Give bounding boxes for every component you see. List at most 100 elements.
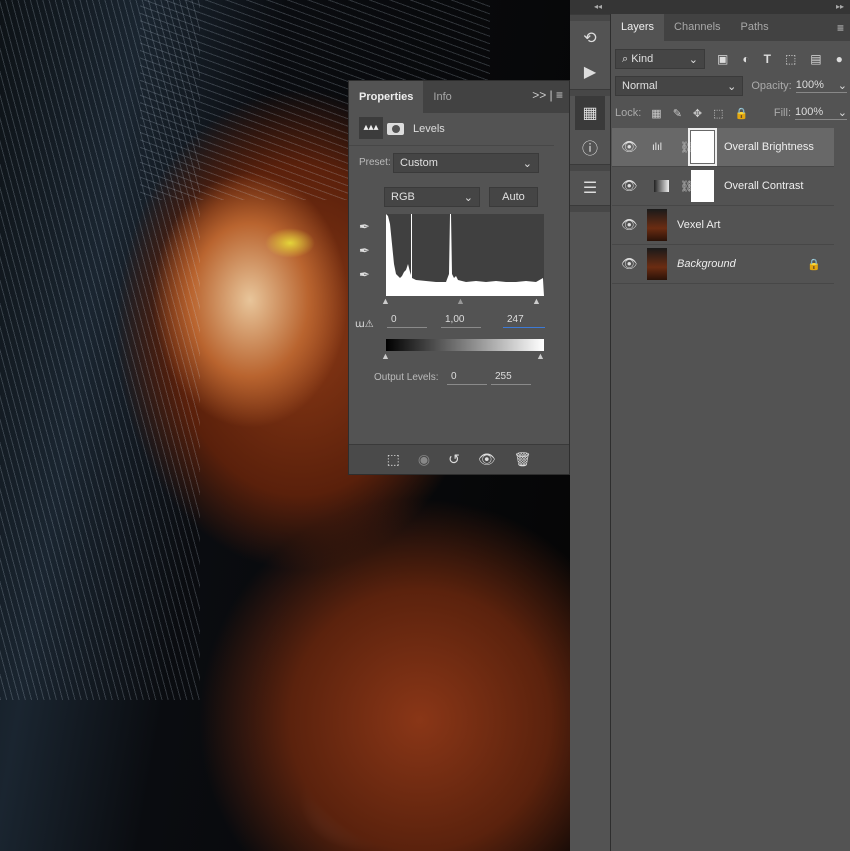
panel-menu-icon[interactable]: >> | ≡ [532,88,563,102]
opacity-value: 100% [795,79,824,91]
black-eyedropper-icon[interactable]: ✒ [359,215,370,239]
filter-smart-object-icon[interactable]: ▤ [810,52,821,66]
layer-row-overall-brightness[interactable]: 👁 ılıl ⛓ Overall Brightness [612,128,834,167]
lock-image-icon[interactable]: ✎ [673,107,682,120]
eyedropper-tools: ✒ ✒ ✒ [359,215,370,287]
filter-type-icon[interactable]: T [764,52,771,66]
levels-adjustment-icon: ılıl [652,141,662,153]
filter-adjustment-icon[interactable]: ◐ [742,52,749,66]
reset-icon[interactable]: ↺ [448,451,460,468]
chevron-down-icon: ⌄ [837,80,847,92]
layer-name: Background [677,258,736,270]
visibility-eye-icon[interactable]: 👁 [621,217,638,233]
mask-icon[interactable] [387,123,404,135]
chevron-down-icon: ⌄ [727,80,737,93]
black-point-handle[interactable]: ▲ [381,296,390,306]
properties-tabs: Properties Info >> | ≡ [349,81,569,113]
layer-name: Overall Contrast [724,180,804,192]
layer-thumbnail [647,209,667,241]
expand-icon[interactable]: ▸▸ [836,2,844,11]
layer-row-overall-contrast[interactable]: 👁 ⛓ Overall Contrast [612,167,834,206]
output-white-handle[interactable]: ▲ [536,351,545,361]
opacity-label: Opacity: [751,80,792,92]
white-eyedropper-icon[interactable]: ✒ [359,263,370,287]
panel-dock-bar: ◂◂ ▸▸ [570,0,850,14]
filter-kind-dropdown[interactable]: ⌕ Kind ⌄ [615,49,705,69]
opacity-field[interactable]: 100% ⌄ [795,79,847,93]
output-levels-label: Output Levels: [374,372,439,383]
layers-tabs: Layers Channels Paths ≡ [611,14,850,41]
channel-dropdown[interactable]: RGB ⌄ [384,187,480,207]
search-icon: ⌕ [622,52,632,65]
filter-shape-icon[interactable]: ⬚ [785,52,796,66]
auto-button[interactable]: Auto [489,187,538,207]
tab-properties[interactable]: Properties [349,81,424,113]
input-white-field[interactable]: 247 [503,314,545,328]
visibility-eye-icon[interactable]: 👁 [621,256,638,272]
filter-toggle-icon[interactable]: ● [836,52,843,66]
tab-layers[interactable]: Layers [611,14,665,41]
lock-all-icon[interactable]: 🔒 [735,107,749,120]
visibility-eye-icon[interactable]: 👁 [478,451,496,468]
layer-mask-thumbnail[interactable] [691,170,714,202]
properties-footer: ⬚ ◉ ↺ 👁 🗑 [349,444,569,474]
lock-icon: 🔒 [807,258,821,271]
output-white-field[interactable]: 255 [491,371,531,385]
actions-play-icon[interactable]: ▶ [570,55,610,89]
clone-source-icon[interactable]: ☰ [570,171,610,205]
lock-transparency-icon[interactable]: ▦ [651,107,661,120]
fill-value: 100% [795,106,824,118]
view-previous-icon[interactable]: ◉ [418,451,430,468]
layer-name: Overall Brightness [724,141,814,153]
input-gamma-field[interactable]: 1,00 [441,314,481,328]
blend-mode-dropdown[interactable]: Normal ⌄ [615,76,744,96]
filter-pixel-icon[interactable]: ▣ [717,52,728,66]
output-slider[interactable]: ▲ ▲ [381,351,547,361]
visibility-eye-icon[interactable]: 👁 [621,178,638,194]
histogram [386,214,544,296]
gray-eyedropper-icon[interactable]: ✒ [359,239,370,263]
fill-label: Fill: [773,107,791,119]
collapse-icon[interactable]: ◂◂ [594,2,602,11]
channel-value: RGB [391,191,415,203]
preset-value: Custom [400,157,438,169]
panel-menu-icon[interactable]: ≡ [837,21,844,35]
visibility-eye-icon[interactable]: 👁 [621,139,638,155]
adjustment-title: Levels [413,123,445,135]
preset-dropdown[interactable]: Custom ⌄ [393,153,539,173]
fill-field[interactable]: 100% ⌄ [795,106,847,120]
layer-row-vexel-art[interactable]: 👁 Vexel Art [612,206,834,245]
levels-icon[interactable]: ▴▴▴ [359,117,383,139]
gamma-handle[interactable]: ▲ [456,296,465,306]
libraries-icon[interactable]: ▦ [575,96,605,130]
output-black-field[interactable]: 0 [447,371,487,385]
layer-name: Vexel Art [677,219,721,231]
lock-artboard-icon[interactable]: ⬚ [713,107,723,120]
input-slider[interactable]: ▲ ▲ ▲ [381,296,547,306]
delete-icon[interactable]: 🗑 [514,451,532,468]
tab-paths[interactable]: Paths [731,14,779,41]
layers-panel: Layers Channels Paths ≡ ⌕ Kind ⌄ ▣ ◐ T ⬚ … [611,14,850,851]
history-icon[interactable]: ⟲ [570,21,610,55]
output-gradient [386,339,544,351]
artwork-eyeshadow [265,228,315,258]
tab-channels[interactable]: Channels [664,14,730,41]
chevron-down-icon: ⌄ [463,191,473,204]
clip-to-layer-icon[interactable]: ⬚ [387,451,400,468]
lock-label: Lock: [615,107,642,119]
properties-panel: Properties Info >> | ≡ ▴▴▴ Levels Preset… [348,80,570,475]
collapsed-panel-strip: ⟲ ▶ ▦ ⓘ ☰ [570,14,611,851]
layer-row-background[interactable]: 👁 Background 🔒 [612,245,834,284]
white-point-handle[interactable]: ▲ [532,296,541,306]
filter-kind-value: Kind [631,53,654,65]
tab-info[interactable]: Info [423,81,461,113]
lock-position-icon[interactable]: ✥ [693,107,702,120]
layer-thumbnail [647,248,667,280]
output-black-handle[interactable]: ▲ [381,351,390,361]
clipping-warning-icon[interactable]: ա⚠ [355,319,374,330]
chevron-down-icon: ⌄ [522,157,532,170]
layer-mask-thumbnail[interactable] [688,128,717,166]
info-icon[interactable]: ⓘ [570,130,610,164]
gradient-map-icon [654,180,669,192]
input-black-field[interactable]: 0 [387,314,427,328]
